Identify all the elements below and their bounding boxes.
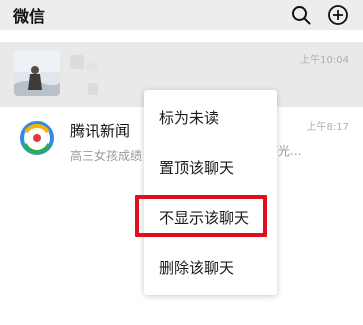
chat-preview: 高三女孩成绩	[70, 149, 143, 163]
redacted-preview	[88, 83, 98, 95]
top-bar: 微信	[0, 0, 363, 30]
context-menu: 标为未读 置顶该聊天 不显示该聊天 删除该聊天	[144, 90, 277, 295]
chat-time: 上午10:04	[300, 55, 349, 66]
chat-time: 上午8:17	[306, 122, 349, 133]
redacted-name-fragment	[86, 63, 98, 71]
search-icon[interactable]	[290, 4, 312, 26]
mark-unread-item[interactable]: 标为未读	[144, 93, 277, 143]
highlight-box	[135, 195, 267, 237]
redacted-name	[70, 55, 84, 69]
tencent-news-logo	[14, 115, 60, 161]
delete-chat-item[interactable]: 删除该聊天	[144, 243, 277, 293]
chat-name: 腾讯新闻	[70, 122, 131, 140]
pin-chat-item[interactable]: 置顶该聊天	[144, 143, 277, 193]
page-title: 微信	[13, 7, 46, 26]
add-circle-icon[interactable]	[327, 4, 349, 26]
photo-avatar	[14, 50, 60, 96]
